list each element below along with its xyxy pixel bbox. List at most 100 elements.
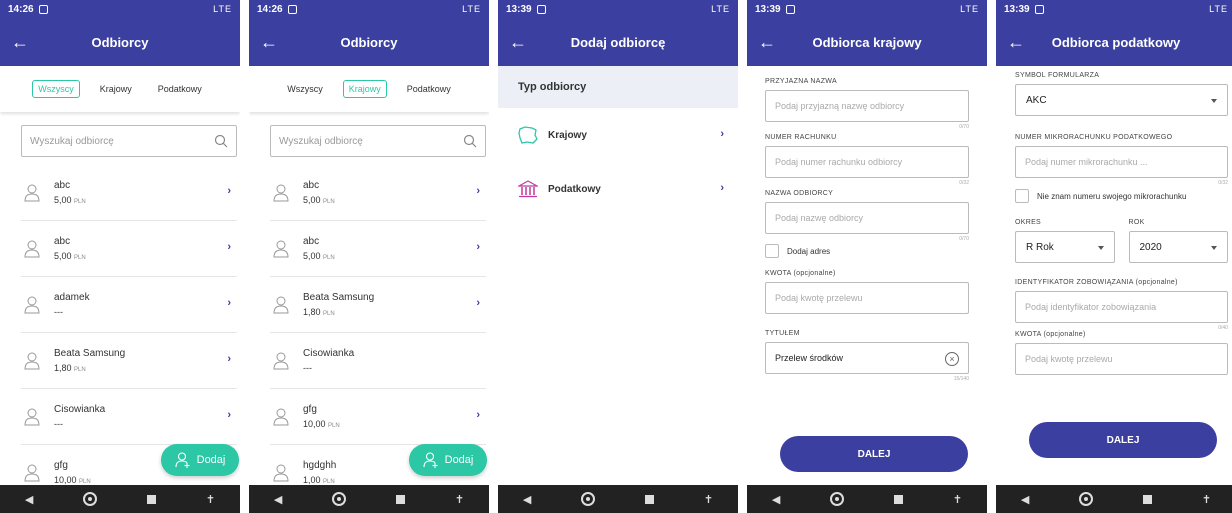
recipient-type-tax[interactable]: Podatkowy › xyxy=(498,162,738,216)
recipient-name-field[interactable]: Podaj nazwę odbiorcy xyxy=(765,202,969,234)
screen-recipients-domestic: 14:26 LTE ← Odbiorcy Wszyscy Krajowy Pod… xyxy=(249,0,489,513)
period-select[interactable]: R Rok xyxy=(1015,231,1115,263)
list-item[interactable]: abc 5,00 PLN › xyxy=(270,165,486,221)
accessibility-icon[interactable]: ✝ xyxy=(206,493,215,506)
recipient-type-domestic[interactable]: Krajowy › xyxy=(498,108,738,162)
status-bar: 13:39 LTE xyxy=(498,0,738,18)
recents-nav-icon[interactable] xyxy=(645,494,655,504)
tab-domestic[interactable]: Krajowy xyxy=(342,80,387,98)
accessibility-icon[interactable]: ✝ xyxy=(1202,493,1211,506)
next-button[interactable]: DALEJ xyxy=(780,436,968,472)
form-symbol-select[interactable]: AKC xyxy=(1015,84,1228,116)
accessibility-icon[interactable]: ✝ xyxy=(953,493,962,506)
list-item[interactable]: abc 5,00 PLN › xyxy=(21,165,237,221)
add-person-icon xyxy=(423,452,438,468)
add-recipient-button[interactable]: Dodaj xyxy=(409,444,487,476)
list-item[interactable]: abc 5,00 PLN › xyxy=(270,221,486,277)
recipient-amount: --- xyxy=(54,419,63,429)
tab-domestic[interactable]: Krajowy xyxy=(94,80,138,98)
amount-field[interactable]: Podaj kwotę przelewu xyxy=(1015,343,1228,375)
tab-tax[interactable]: Podatkowy xyxy=(152,80,208,98)
status-bar: 13:39 LTE xyxy=(747,0,987,18)
back-nav-icon[interactable]: ◀ xyxy=(1021,493,1029,506)
unknown-micro-checkbox[interactable]: Nie znam numeru swojego mikrorachunku xyxy=(1015,189,1228,203)
list-item[interactable]: adamek --- › xyxy=(21,277,237,333)
home-nav-icon[interactable] xyxy=(830,492,845,506)
chevron-right-icon: › xyxy=(476,185,480,197)
recipient-amount: 5,00 xyxy=(54,251,72,261)
search-icon[interactable] xyxy=(463,134,477,148)
recipient-name: abc xyxy=(54,180,71,191)
back-nav-icon[interactable]: ◀ xyxy=(523,493,531,506)
list-item[interactable]: abc 5,00 PLN › xyxy=(21,221,237,277)
obligation-id-field[interactable]: Podaj identyfikator zobowiązania xyxy=(1015,291,1228,323)
back-arrow-icon[interactable]: ← xyxy=(506,30,530,54)
recents-nav-icon[interactable] xyxy=(894,494,904,504)
person-icon xyxy=(273,408,289,425)
search-input[interactable]: Wyszukaj odbiorcę xyxy=(270,125,486,157)
checkbox-box[interactable] xyxy=(1015,189,1029,203)
chevron-right-icon: › xyxy=(227,185,231,197)
tab-all[interactable]: Wszyscy xyxy=(281,80,329,98)
home-nav-icon[interactable] xyxy=(332,492,347,506)
recipient-name: abc xyxy=(303,236,320,247)
search-input[interactable]: Wyszukaj odbiorcę xyxy=(21,125,237,157)
search-placeholder: Wyszukaj odbiorcę xyxy=(30,135,114,147)
list-item[interactable]: Beata Samsung 1,80 PLN › xyxy=(270,277,486,333)
back-arrow-icon[interactable]: ← xyxy=(755,30,779,54)
clear-icon[interactable]: × xyxy=(945,352,959,366)
select-value: 2020 xyxy=(1139,241,1162,253)
back-nav-icon[interactable]: ◀ xyxy=(274,493,282,506)
back-nav-icon[interactable]: ◀ xyxy=(25,493,33,506)
tab-all[interactable]: Wszyscy xyxy=(32,80,80,98)
back-arrow-icon[interactable]: ← xyxy=(8,30,32,54)
person-icon xyxy=(24,464,40,481)
status-network: LTE xyxy=(1209,4,1228,14)
friendly-name-field[interactable]: Podaj przyjazną nazwę odbiorcy xyxy=(765,90,969,122)
home-nav-icon[interactable] xyxy=(83,492,98,506)
amount-field[interactable]: Podaj kwotę przelewu xyxy=(765,282,969,314)
accessibility-icon[interactable]: ✝ xyxy=(455,493,464,506)
person-icon xyxy=(24,296,40,313)
back-arrow-icon[interactable]: ← xyxy=(1004,30,1028,54)
accessibility-icon[interactable]: ✝ xyxy=(704,493,713,506)
recipient-amount: 5,00 xyxy=(303,251,321,261)
list-item[interactable]: gfg 10,00 PLN › xyxy=(270,389,486,445)
list-item[interactable]: Cisowianka --- xyxy=(270,333,486,389)
home-nav-icon[interactable] xyxy=(581,492,596,506)
next-button[interactable]: DALEJ xyxy=(1029,422,1217,458)
app-bar: ← Odbiorca krajowy xyxy=(747,18,987,66)
micro-account-field[interactable]: Podaj numer mikrorachunku ... xyxy=(1015,146,1228,178)
chevron-right-icon: › xyxy=(227,297,231,309)
person-icon xyxy=(273,352,289,369)
notification-icon xyxy=(536,4,546,14)
back-nav-icon[interactable]: ◀ xyxy=(772,493,780,506)
list-item[interactable]: Cisowianka --- › xyxy=(21,389,237,445)
person-icon xyxy=(24,240,40,257)
search-icon[interactable] xyxy=(214,134,228,148)
year-select[interactable]: 2020 xyxy=(1128,231,1228,263)
recipient-name: gfg xyxy=(303,404,317,415)
add-recipient-button[interactable]: Dodaj xyxy=(161,444,239,476)
home-nav-icon[interactable] xyxy=(1079,492,1094,506)
filter-tabs: Wszyscy Krajowy Podatkowy xyxy=(249,66,489,112)
recipient-name: abc xyxy=(303,180,320,191)
back-arrow-icon[interactable]: ← xyxy=(257,30,281,54)
chevron-right-icon: › xyxy=(227,409,231,421)
caret-down-icon xyxy=(1211,246,1217,250)
list-item[interactable]: Beata Samsung 1,80 PLN › xyxy=(21,333,237,389)
transfer-title-field[interactable]: Przelew środków × xyxy=(765,342,969,374)
recipient-currency: PLN xyxy=(74,255,86,261)
transfer-title-label: TYTUŁEM xyxy=(765,330,800,337)
field-placeholder: Podaj przyjazną nazwę odbiorcy xyxy=(775,101,905,111)
recents-nav-icon[interactable] xyxy=(1143,494,1153,504)
recents-nav-icon[interactable] xyxy=(147,494,157,504)
checkbox-box[interactable] xyxy=(765,244,779,258)
tab-tax[interactable]: Podatkowy xyxy=(401,80,457,98)
account-number-field[interactable]: Podaj numer rachunku odbiorcy xyxy=(765,146,969,178)
add-address-checkbox[interactable]: Dodaj adres xyxy=(765,244,969,258)
recents-nav-icon[interactable] xyxy=(396,494,406,504)
recipient-name: gfg xyxy=(54,460,68,471)
chevron-right-icon: › xyxy=(476,297,480,309)
status-time: 14:26 xyxy=(257,3,283,15)
